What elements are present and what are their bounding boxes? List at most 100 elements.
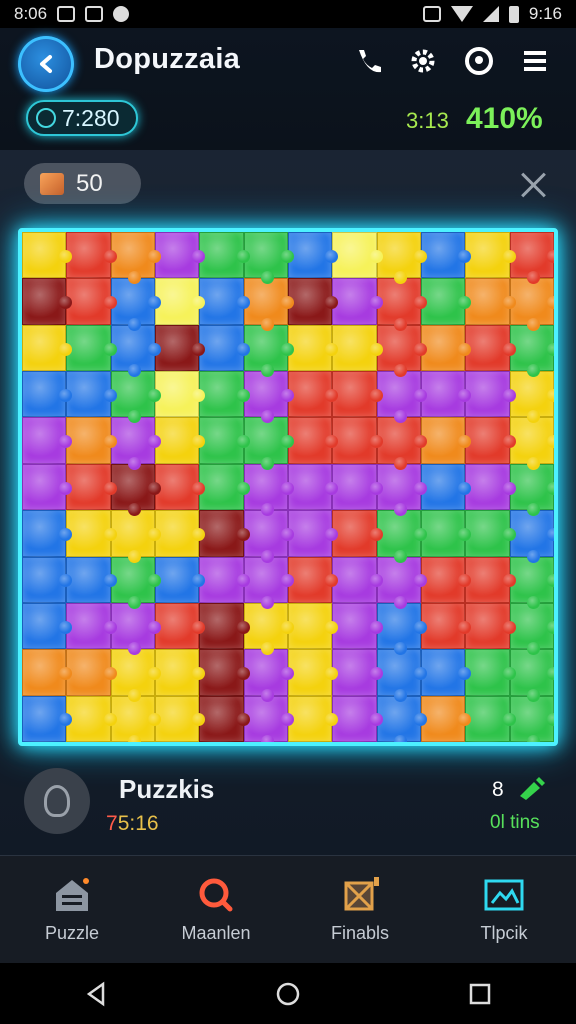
gear-icon[interactable] xyxy=(406,44,440,78)
puzzle-piece[interactable] xyxy=(287,602,339,650)
puzzle-piece[interactable] xyxy=(332,324,384,372)
pencil-icon[interactable] xyxy=(514,774,546,800)
puzzle-piece[interactable] xyxy=(509,278,554,332)
puzzle-piece[interactable] xyxy=(110,324,162,378)
puzzle-piece[interactable] xyxy=(199,510,251,557)
puzzle-piece[interactable] xyxy=(465,371,517,418)
puzzle-piece[interactable] xyxy=(110,695,162,742)
puzzle-piece[interactable] xyxy=(465,324,517,372)
puzzle-piece[interactable] xyxy=(332,510,384,557)
puzzle-piece[interactable] xyxy=(154,324,206,372)
puzzle-piece[interactable] xyxy=(332,232,384,279)
back-button[interactable] xyxy=(18,36,74,92)
puzzle-piece[interactable] xyxy=(243,602,295,656)
puzzle-piece[interactable] xyxy=(66,602,118,650)
puzzle-piece[interactable] xyxy=(199,695,251,742)
puzzle-piece[interactable] xyxy=(465,463,517,511)
puzzle-piece[interactable] xyxy=(199,556,251,603)
puzzle-piece[interactable] xyxy=(110,556,162,610)
puzzle-piece[interactable] xyxy=(376,556,428,610)
nav-item-gallery[interactable]: Tlpcik xyxy=(432,856,576,963)
nav-item-puzzle[interactable]: Puzzle xyxy=(0,856,144,963)
puzzle-piece[interactable] xyxy=(287,463,339,511)
puzzle-piece[interactable] xyxy=(66,417,118,464)
puzzle-piece[interactable] xyxy=(509,232,554,285)
puzzle-piece[interactable] xyxy=(154,371,206,418)
puzzle-piece[interactable] xyxy=(287,417,339,464)
nav-item-finals[interactable]: Finabls xyxy=(288,856,432,963)
puzzle-piece[interactable] xyxy=(22,602,73,650)
system-recents-icon[interactable] xyxy=(467,981,493,1007)
puzzle-piece[interactable] xyxy=(199,324,251,372)
coins-badge[interactable]: 50 xyxy=(24,163,141,204)
puzzle-piece[interactable] xyxy=(154,278,206,325)
puzzle-piece[interactable] xyxy=(243,417,295,471)
puzzle-piece[interactable] xyxy=(376,417,428,471)
puzzle-piece[interactable] xyxy=(154,463,206,511)
puzzle-piece[interactable] xyxy=(243,324,295,378)
puzzle-piece[interactable] xyxy=(287,371,339,418)
puzzle-piece[interactable] xyxy=(332,556,384,603)
puzzle-piece[interactable] xyxy=(154,556,206,603)
puzzle-piece[interactable] xyxy=(332,371,384,418)
puzzle-piece[interactable] xyxy=(199,649,251,696)
puzzle-piece[interactable] xyxy=(332,278,384,325)
puzzle-piece[interactable] xyxy=(66,371,118,418)
puzzle-piece[interactable] xyxy=(420,417,472,464)
puzzle-piece[interactable] xyxy=(66,278,118,325)
puzzle-piece[interactable] xyxy=(509,556,554,610)
puzzle-piece[interactable] xyxy=(332,417,384,464)
puzzle-piece[interactable] xyxy=(243,371,295,424)
puzzle-piece[interactable] xyxy=(199,463,251,511)
puzzle-piece[interactable] xyxy=(243,556,295,610)
puzzle-piece[interactable] xyxy=(22,463,73,511)
puzzle-piece[interactable] xyxy=(66,232,118,279)
puzzle-piece[interactable] xyxy=(420,371,472,418)
puzzle-piece[interactable] xyxy=(509,510,554,563)
puzzle-piece[interactable] xyxy=(22,556,73,603)
puzzle-piece[interactable] xyxy=(420,556,472,603)
puzzle-piece[interactable] xyxy=(465,649,517,696)
puzzle-piece[interactable] xyxy=(199,417,251,464)
puzzle-piece[interactable] xyxy=(243,649,295,703)
phone-icon[interactable] xyxy=(350,44,384,78)
puzzle-piece[interactable] xyxy=(509,463,554,517)
puzzle-piece[interactable] xyxy=(22,324,73,372)
puzzle-piece[interactable] xyxy=(22,649,73,696)
puzzle-piece[interactable] xyxy=(199,278,251,325)
puzzle-piece[interactable] xyxy=(154,417,206,464)
puzzle-piece[interactable] xyxy=(465,695,517,742)
puzzle-piece[interactable] xyxy=(199,371,251,418)
puzzle-piece[interactable] xyxy=(22,695,73,742)
puzzle-piece[interactable] xyxy=(332,649,384,696)
puzzle-piece[interactable] xyxy=(243,463,295,517)
puzzle-piece[interactable] xyxy=(154,510,206,557)
puzzle-piece[interactable] xyxy=(287,649,339,696)
puzzle-piece[interactable] xyxy=(376,510,428,563)
puzzle-piece[interactable] xyxy=(420,510,472,557)
puzzle-piece[interactable] xyxy=(199,232,251,279)
puzzle-piece[interactable] xyxy=(110,232,162,285)
avatar[interactable] xyxy=(24,768,90,834)
puzzle-piece[interactable] xyxy=(154,649,206,696)
puzzle-piece[interactable] xyxy=(465,232,517,279)
puzzle-piece[interactable] xyxy=(110,602,162,656)
puzzle-piece[interactable] xyxy=(465,278,517,325)
puzzle-piece[interactable] xyxy=(66,324,118,372)
puzzle-piece[interactable] xyxy=(154,602,206,650)
puzzle-piece[interactable] xyxy=(332,602,384,650)
puzzle-piece[interactable] xyxy=(287,278,339,325)
puzzle-piece[interactable] xyxy=(420,232,472,279)
puzzle-piece[interactable] xyxy=(287,324,339,372)
puzzle-piece[interactable] xyxy=(332,463,384,511)
puzzle-piece[interactable] xyxy=(66,695,118,742)
puzzle-piece[interactable] xyxy=(376,371,428,424)
system-back-icon[interactable] xyxy=(83,981,109,1007)
puzzle-piece[interactable] xyxy=(22,417,73,464)
puzzle-piece[interactable] xyxy=(243,232,295,285)
puzzle-board[interactable] xyxy=(18,228,558,746)
puzzle-piece[interactable] xyxy=(66,649,118,696)
puzzle-piece[interactable] xyxy=(199,602,251,650)
puzzle-piece[interactable] xyxy=(420,278,472,325)
puzzle-piece[interactable] xyxy=(420,324,472,372)
